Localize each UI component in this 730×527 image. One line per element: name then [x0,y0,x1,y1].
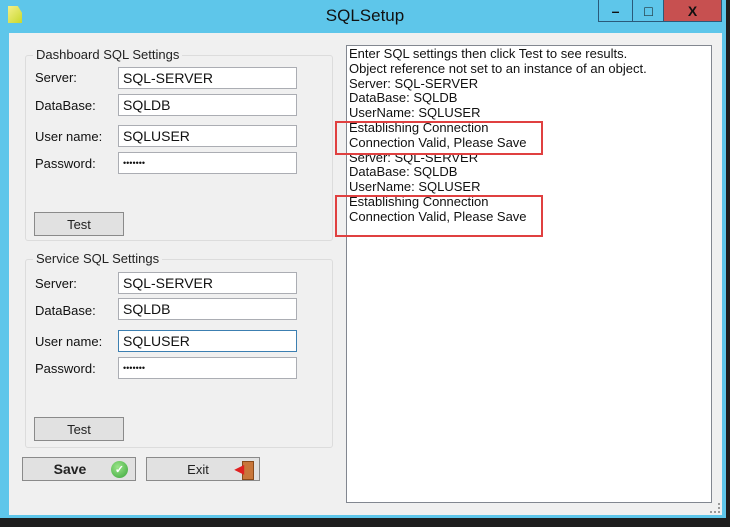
service-password-label: Password: [35,361,96,376]
output-line: Enter SQL settings then click Test to se… [349,46,628,61]
output-line: Object reference not set to an instance … [349,60,647,76]
highlight-box [335,195,543,237]
service-group-title: Service SQL Settings [33,251,163,266]
client-area: Dashboard SQL Settings Server: SQL-SERVE… [9,33,722,515]
output-line: DataBase: SQLDB [349,90,458,106]
highlight-box [335,121,543,155]
save-button[interactable]: Save ✓ [22,457,136,481]
dashboard-server-input[interactable]: SQL-SERVER [118,67,297,89]
service-database-input[interactable]: SQLDB [118,298,297,320]
service-password-input[interactable]: ••••••• [118,357,297,379]
output-line: UserName: SQLUSER [349,105,481,121]
dashboard-password-input[interactable]: ••••••• [118,152,297,174]
dashboard-database-label: DataBase: [35,98,96,113]
save-label: Save [53,461,87,477]
output-line: DataBase: SQLDB [349,164,458,180]
check-icon: ✓ [111,460,128,478]
output-line: UserName: SQLUSER [349,179,481,195]
dashboard-user-input[interactable]: SQLUSER [118,125,297,147]
service-server-input[interactable]: SQL-SERVER [118,272,297,294]
service-test-button[interactable]: Test [34,417,124,441]
window: SQLSetup – □ X Dashboard SQL Settings Se… [0,0,726,518]
dashboard-user-label: User name: [35,129,103,144]
output-line: Server: SQL-SERVER [349,75,479,91]
service-user-label: User name: [35,334,103,349]
exit-label: Exit [187,461,209,477]
results-output[interactable]: Enter SQL settings then click Test to se… [346,45,712,503]
exit-arrow-icon: ◀ [234,462,244,476]
dashboard-server-label: Server: [35,70,77,85]
service-database-label: DataBase: [35,303,96,318]
minimize-button[interactable]: – [598,0,633,22]
close-button[interactable]: X [663,0,722,22]
dashboard-database-input[interactable]: SQLDB [118,94,297,116]
dashboard-test-button[interactable]: Test [34,212,124,236]
dashboard-group-title: Dashboard SQL Settings [33,47,183,62]
dashboard-password-label: Password: [35,156,96,171]
maximize-button[interactable]: □ [632,0,665,22]
resize-grip[interactable] [710,503,720,513]
service-server-label: Server: [35,276,77,291]
exit-button[interactable]: Exit ◀ [146,457,260,481]
service-user-input[interactable]: SQLUSER [118,330,297,352]
